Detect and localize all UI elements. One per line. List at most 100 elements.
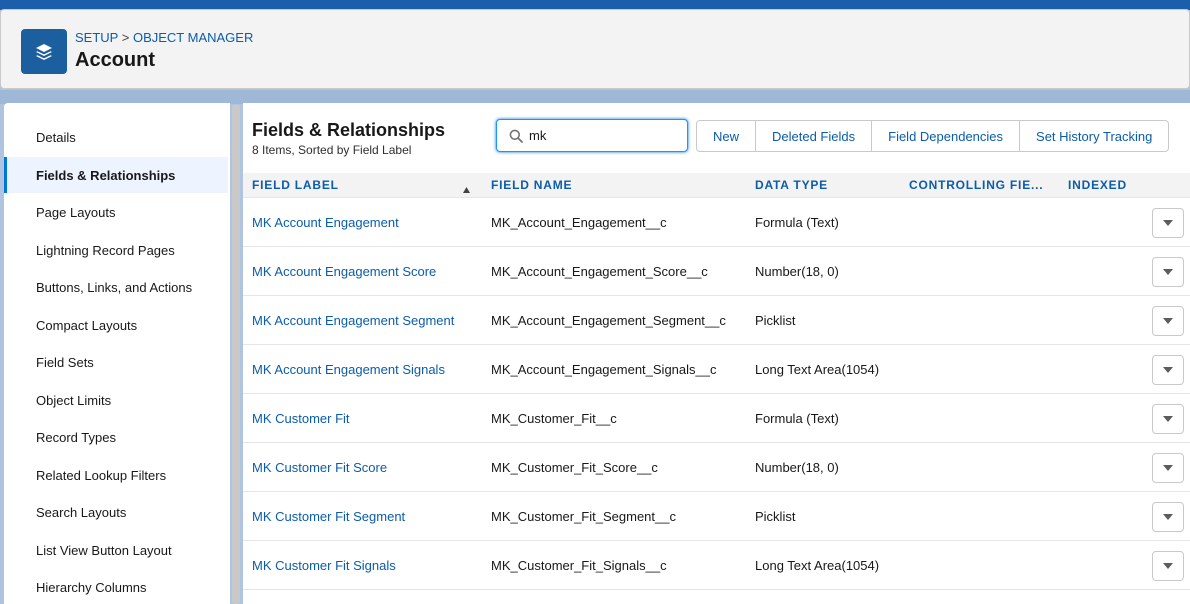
field-label-link[interactable]: MK Customer Fit Signals — [252, 541, 396, 590]
field-label-link[interactable]: MK Account Engagement Signals — [252, 345, 445, 394]
sidebar-item-buttons-links-actions[interactable]: Buttons, Links, and Actions — [4, 269, 228, 305]
field-label-link[interactable]: MK Account Engagement Score — [252, 247, 436, 296]
sidebar-item-hierarchy-columns[interactable]: Hierarchy Columns — [4, 569, 228, 604]
table-header: FIELD LABEL FIELD NAME DATA TYPE CONTROL… — [243, 173, 1190, 198]
action-button-group: New Deleted Fields Field Dependencies Se… — [696, 120, 1170, 152]
field-name: MK_Account_Engagement_Segment__c — [491, 313, 726, 328]
table-row: MK Account Engagement Score MK_Account_E… — [243, 247, 1190, 296]
sidebar-item-page-layouts[interactable]: Page Layouts — [4, 194, 228, 230]
sidebar-scrollbar[interactable] — [232, 105, 240, 604]
field-label-link[interactable]: MK Customer Fit Score — [252, 443, 387, 492]
field-name: MK_Customer_Fit_Score__c — [491, 460, 658, 475]
data-type: Picklist — [755, 509, 796, 524]
row-actions-button[interactable] — [1152, 453, 1184, 483]
sidebar-item-label: Compact Layouts — [36, 317, 138, 333]
sidebar-item-label: Details — [36, 129, 76, 145]
object-header: SETUP > OBJECT MANAGER Account — [0, 9, 1190, 89]
column-header-data-type[interactable]: DATA TYPE — [755, 173, 895, 198]
search-input[interactable] — [529, 128, 679, 143]
layers-icon — [21, 29, 67, 74]
field-name: MK_Account_Engagement_Signals__c — [491, 362, 717, 377]
chevron-down-icon — [1163, 465, 1173, 471]
table-row: MK Account Engagement Segment MK_Account… — [243, 296, 1190, 345]
sidebar-item-object-limits[interactable]: Object Limits — [4, 382, 228, 418]
sidebar-item-label: Page Layouts — [36, 204, 116, 220]
data-type: Number(18, 0) — [755, 460, 839, 475]
sidebar: Details Fields & Relationships Page Layo… — [4, 103, 230, 604]
section-title: Fields & Relationships — [252, 120, 446, 140]
chevron-down-icon — [1163, 563, 1173, 569]
items-count-subtitle: 8 Items, Sorted by Field Label — [252, 143, 412, 157]
table-row: MK Customer Fit Segment MK_Customer_Fit_… — [243, 492, 1190, 541]
table-row: MK Account Engagement MK_Account_Engagem… — [243, 198, 1190, 247]
sidebar-item-label: Buttons, Links, and Actions — [36, 279, 193, 295]
row-actions-button[interactable] — [1152, 257, 1184, 287]
sidebar-item-lightning-record-pages[interactable]: Lightning Record Pages — [4, 232, 228, 268]
sidebar-item-label: Object Limits — [36, 392, 112, 408]
sidebar-item-record-types[interactable]: Record Types — [4, 419, 228, 455]
field-name: MK_Customer_Fit__c — [491, 411, 617, 426]
data-type: Picklist — [755, 313, 796, 328]
new-button[interactable]: New — [696, 120, 757, 152]
row-actions-button[interactable] — [1152, 355, 1184, 385]
field-label-link[interactable]: MK Customer Fit — [252, 394, 350, 443]
field-label-link[interactable]: MK Account Engagement Segment — [252, 296, 454, 345]
page-title: Account — [75, 49, 155, 71]
data-type: Long Text Area(1054) — [755, 362, 880, 377]
table-row: MK Customer Fit Signals MK_Customer_Fit_… — [243, 541, 1190, 590]
row-actions-button[interactable] — [1152, 208, 1184, 238]
sidebar-item-field-sets[interactable]: Field Sets — [4, 344, 228, 380]
field-name: MK_Customer_Fit_Segment__c — [491, 509, 676, 524]
column-header-indexed[interactable]: INDEXED — [1068, 173, 1168, 198]
field-name: MK_Customer_Fit_Signals__c — [491, 558, 667, 573]
sidebar-item-list-view-button-layout[interactable]: List View Button Layout — [4, 532, 228, 568]
main-panel: Fields & Relationships 8 Items, Sorted b… — [243, 103, 1190, 604]
column-header-field-name[interactable]: FIELD NAME — [491, 173, 731, 198]
search-icon — [509, 128, 525, 144]
chevron-down-icon — [1163, 514, 1173, 520]
sidebar-item-related-lookup-filters[interactable]: Related Lookup Filters — [4, 457, 228, 493]
chevron-down-icon — [1163, 367, 1173, 373]
breadcrumb-separator: > — [121, 30, 130, 45]
data-type: Number(18, 0) — [755, 264, 839, 279]
row-actions-button[interactable] — [1152, 404, 1184, 434]
chevron-down-icon — [1163, 318, 1173, 324]
table-row: MK Account Engagement Signals MK_Account… — [243, 345, 1190, 394]
sidebar-item-fields-relationships[interactable]: Fields & Relationships — [4, 157, 228, 193]
chevron-down-icon — [1163, 269, 1173, 275]
row-actions-button[interactable] — [1152, 306, 1184, 336]
chevron-down-icon — [1163, 220, 1173, 226]
sidebar-item-compact-layouts[interactable]: Compact Layouts — [4, 307, 228, 343]
row-actions-button[interactable] — [1152, 502, 1184, 532]
table-row: MK Customer Fit MK_Customer_Fit__c Formu… — [243, 394, 1190, 443]
sort-ascending-icon[interactable] — [462, 181, 471, 199]
sidebar-item-label: Related Lookup Filters — [36, 467, 167, 483]
data-type: Formula (Text) — [755, 411, 839, 426]
set-history-tracking-button[interactable]: Set History Tracking — [1019, 120, 1170, 152]
column-header-field-label[interactable]: FIELD LABEL — [252, 173, 452, 198]
breadcrumb-setup-link[interactable]: SETUP — [75, 30, 118, 45]
sidebar-item-label: Record Types — [36, 429, 116, 445]
sidebar-item-label: Search Layouts — [36, 504, 127, 520]
data-type: Formula (Text) — [755, 215, 839, 230]
row-actions-button[interactable] — [1152, 551, 1184, 581]
column-header-controlling-field[interactable]: CONTROLLING FIE... — [909, 173, 1059, 198]
sidebar-item-label: Hierarchy Columns — [36, 579, 147, 595]
quick-find-search[interactable] — [496, 119, 688, 152]
chevron-down-icon — [1163, 416, 1173, 422]
background-strip — [0, 90, 1190, 104]
sidebar-item-search-layouts[interactable]: Search Layouts — [4, 494, 228, 530]
breadcrumb: SETUP > OBJECT MANAGER — [75, 30, 253, 45]
field-name: MK_Account_Engagement__c — [491, 215, 667, 230]
field-label-link[interactable]: MK Account Engagement — [252, 198, 399, 247]
field-dependencies-button[interactable]: Field Dependencies — [871, 120, 1021, 152]
field-label-link[interactable]: MK Customer Fit Segment — [252, 492, 405, 541]
sidebar-item-label: Fields & Relationships — [36, 167, 176, 183]
field-name: MK_Account_Engagement_Score__c — [491, 264, 708, 279]
sidebar-item-label: Lightning Record Pages — [36, 242, 175, 258]
deleted-fields-button[interactable]: Deleted Fields — [755, 120, 873, 152]
data-type: Long Text Area(1054) — [755, 558, 880, 573]
breadcrumb-object-manager-link[interactable]: OBJECT MANAGER — [133, 30, 253, 45]
sidebar-item-details[interactable]: Details — [4, 119, 228, 155]
table-row: MK Customer Fit Score MK_Customer_Fit_Sc… — [243, 443, 1190, 492]
